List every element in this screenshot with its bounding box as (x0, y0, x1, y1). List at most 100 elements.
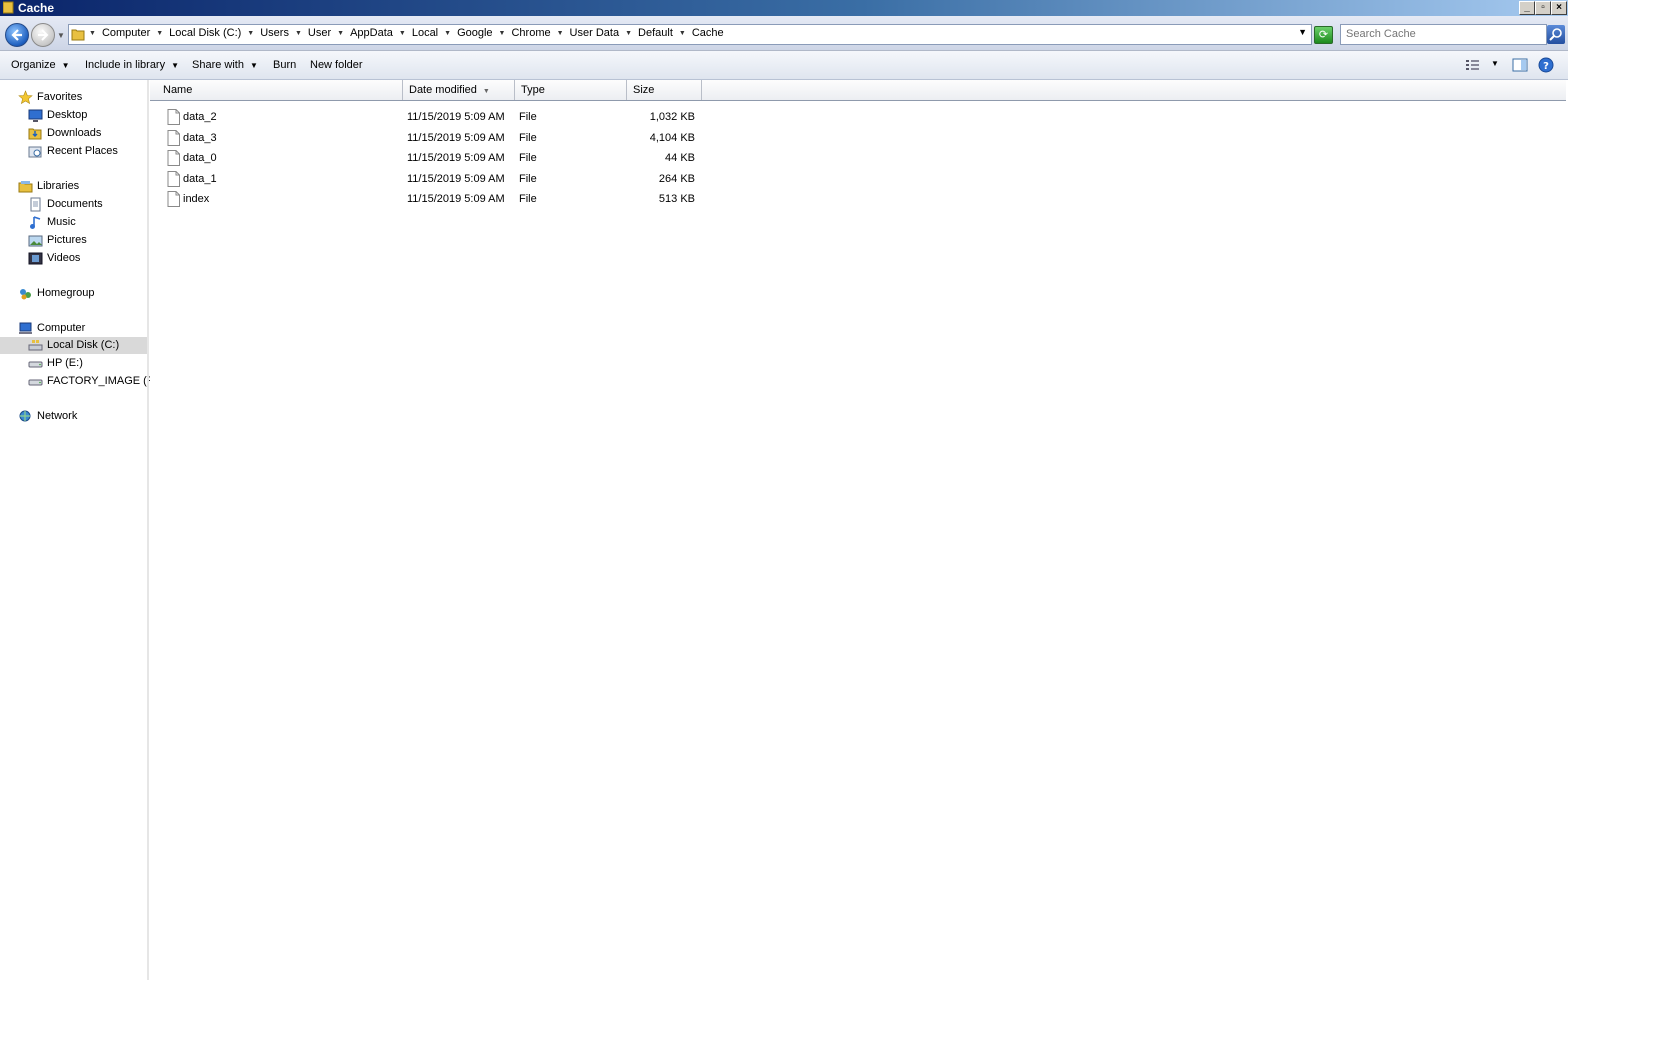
star-icon (18, 90, 33, 105)
breadcrumb-separator-icon[interactable]: ▼ (555, 30, 566, 37)
new-folder-button[interactable]: New folder (310, 59, 363, 71)
file-list: Name Date modified ▼ Type Size data_2 11/… (150, 80, 1568, 980)
column-header-row: Name Date modified ▼ Type Size (150, 80, 1566, 101)
breadcrumb-item[interactable]: User (304, 27, 335, 39)
music-icon (30, 216, 41, 229)
breadcrumb-separator-icon[interactable]: ▼ (87, 30, 98, 37)
pane-splitter[interactable] (147, 80, 149, 980)
breadcrumb-item[interactable]: Cache (688, 27, 728, 39)
back-button[interactable] (5, 23, 29, 47)
file-date: 11/15/2019 5:09 AM (407, 111, 505, 123)
breadcrumb-separator-icon[interactable]: ▼ (497, 30, 508, 37)
breadcrumb-separator-icon[interactable]: ▼ (293, 30, 304, 37)
computer-icon (19, 322, 32, 334)
folder-icon (71, 29, 85, 41)
breadcrumb-separator-icon[interactable]: ▼ (442, 30, 453, 37)
breadcrumb-item[interactable]: User Data (566, 27, 624, 39)
sort-arrow-icon: ▼ (482, 88, 490, 95)
chevron-down-icon: ▼ (171, 61, 180, 70)
refresh-button[interactable]: ⟳ (1314, 26, 1333, 44)
back-arrow-icon (11, 29, 22, 41)
sidebar-item-libraries[interactable]: Libraries (18, 178, 138, 195)
breadcrumb-item[interactable]: Users (256, 27, 293, 39)
breadcrumb-item[interactable]: Default (634, 27, 677, 39)
maximize-button[interactable]: ▫ (1535, 1, 1551, 15)
burn-button[interactable]: Burn (273, 59, 296, 71)
sidebar-item-downloads[interactable]: Downloads (28, 125, 138, 142)
breadcrumb-item[interactable]: AppData (346, 27, 397, 39)
column-header-type[interactable]: Type (515, 80, 627, 100)
file-type: File (519, 132, 537, 144)
breadcrumb-separator-icon[interactable]: ▼ (677, 30, 688, 37)
window-title: Cache (18, 1, 55, 15)
minimize-button[interactable]: _ (1519, 1, 1535, 15)
preview-pane-icon[interactable] (1512, 57, 1528, 73)
column-header-date-modified[interactable]: Date modified ▼ (403, 80, 515, 100)
address-history-dropdown[interactable]: ▼ (1298, 27, 1307, 37)
sidebar-item-desktop[interactable]: Desktop (28, 107, 138, 124)
file-row[interactable]: index 11/15/2019 5:09 AM File 513 KB (150, 189, 710, 209)
search-input[interactable] (1341, 25, 1541, 42)
change-view-icon[interactable] (1465, 57, 1481, 73)
breadcrumb-separator-icon[interactable]: ▼ (154, 30, 165, 37)
sidebar-item-videos[interactable]: Videos (28, 250, 138, 267)
file-name: data_0 (183, 152, 217, 164)
sidebar-item-factory-image[interactable]: FACTORY_IMAGE (F:) (28, 373, 160, 390)
file-row[interactable]: data_1 11/15/2019 5:09 AM File 264 KB (150, 169, 710, 189)
breadcrumb-item[interactable]: Computer (98, 27, 154, 39)
file-name: index (183, 193, 210, 205)
svg-text:?: ? (1543, 61, 1549, 72)
file-row[interactable]: data_0 11/15/2019 5:09 AM File 44 KB (150, 148, 710, 168)
file-type: File (519, 173, 537, 185)
view-options-dropdown[interactable]: ▼ (1491, 59, 1499, 68)
column-header-name[interactable]: Name (157, 80, 403, 100)
file-row[interactable]: data_3 11/15/2019 5:09 AM File 4,104 KB (150, 128, 710, 148)
file-size: 264 KB (658, 173, 695, 185)
forward-arrow-icon (38, 29, 49, 41)
network-icon (19, 410, 31, 422)
videos-icon (28, 252, 43, 265)
sidebar-item-homegroup[interactable]: Homegroup (18, 285, 138, 302)
help-icon[interactable]: ? (1538, 57, 1554, 73)
sidebar-item-music[interactable]: Music (28, 214, 138, 231)
breadcrumb-item[interactable]: Google (453, 27, 496, 39)
breadcrumb-item[interactable]: Chrome (507, 27, 554, 39)
address-row: ▼ ▼ Computer ▼ Local Disk (C:) ▼ Users ▼ User ▼ A… (0, 16, 1568, 51)
breadcrumb-separator-icon[interactable]: ▼ (245, 30, 256, 37)
file-size: 513 KB (658, 193, 695, 205)
breadcrumb-item[interactable]: Local Disk (C:) (165, 27, 245, 39)
sidebar-item-computer[interactable]: Computer (18, 320, 138, 337)
close-button[interactable]: × (1551, 1, 1567, 15)
forward-button[interactable] (31, 23, 55, 47)
include-in-library-button[interactable]: Include in library ▼ (85, 59, 179, 71)
search-button[interactable] (1547, 25, 1565, 44)
recent-pages-dropdown[interactable]: ▼ (57, 31, 65, 40)
downloads-folder-icon (28, 128, 42, 140)
breadcrumb-separator-icon[interactable]: ▼ (335, 30, 346, 37)
sidebar-item-favorites[interactable]: Favorites (18, 89, 138, 106)
sidebar-item-recent-places[interactable]: Recent Places (28, 143, 138, 160)
sidebar-item-network[interactable]: Network (18, 408, 138, 425)
sidebar-item-local-disk[interactable]: Local Disk (C:) (0, 337, 147, 354)
file-date: 11/15/2019 5:09 AM (407, 193, 505, 205)
sidebar-item-pictures[interactable]: Pictures (28, 232, 138, 249)
sidebar-item-hp-drive[interactable]: HP (E:) (28, 355, 146, 372)
documents-icon (30, 197, 41, 212)
column-header-size[interactable]: Size (627, 80, 702, 100)
breadcrumb-item[interactable]: Local (408, 27, 442, 39)
homegroup-icon (20, 289, 31, 300)
drive-icon (28, 361, 43, 368)
file-icon (167, 109, 180, 125)
sidebar-item-documents[interactable]: Documents (28, 196, 138, 213)
file-size: 4,104 KB (649, 132, 695, 144)
command-bar: Organize ▼ Include in library ▼ Share with… (0, 51, 1568, 80)
organize-button[interactable]: Organize ▼ (11, 59, 70, 71)
address-bar[interactable]: ▼ Computer ▼ Local Disk (C:) ▼ Users ▼ User ▼ App… (68, 24, 1312, 45)
share-with-button[interactable]: Share with ▼ (192, 59, 258, 71)
breadcrumb-separator-icon[interactable]: ▼ (397, 30, 408, 37)
file-name: data_1 (183, 173, 217, 185)
file-icon (167, 191, 180, 207)
breadcrumb-separator-icon[interactable]: ▼ (623, 30, 634, 37)
file-name: data_2 (183, 111, 217, 123)
file-row[interactable]: data_2 11/15/2019 5:09 AM File 1,032 KB (150, 107, 710, 127)
